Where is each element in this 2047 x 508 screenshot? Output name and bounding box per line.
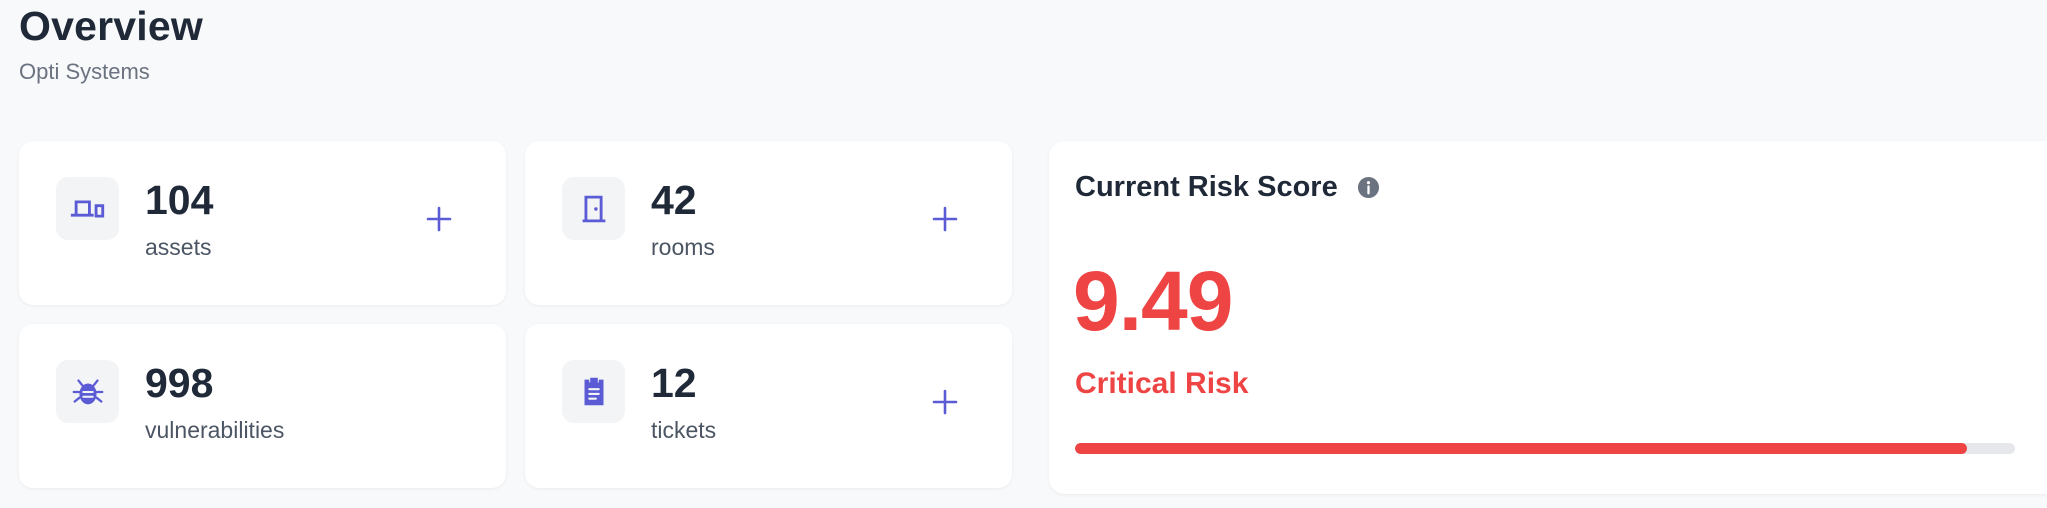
add-room-button[interactable]: [924, 198, 966, 240]
devices-icon: [56, 177, 119, 240]
plus-icon: [426, 206, 452, 232]
risk-score-value: 9.49: [1073, 254, 1233, 348]
risk-score-title: Current Risk Score: [1075, 171, 1338, 203]
vulnerabilities-label: vulnerabilities: [145, 417, 285, 443]
risk-progress-fill: [1075, 443, 1968, 454]
risk-progress-bar: [1075, 443, 2015, 454]
add-asset-button[interactable]: [418, 198, 460, 240]
add-ticket-button[interactable]: [924, 381, 966, 423]
assets-card: 104 assets: [19, 141, 506, 305]
tickets-card: 12 tickets: [525, 324, 1012, 488]
vulnerabilities-count: 998: [145, 360, 214, 406]
organization-name: Opti Systems: [19, 59, 150, 84]
bug-icon: [56, 360, 119, 423]
rooms-card: 42 rooms: [525, 141, 1012, 305]
tickets-count: 12: [651, 360, 697, 406]
page-title: Overview: [19, 3, 203, 49]
vulnerabilities-card: 998 vulnerabilities: [19, 324, 506, 488]
assets-label: assets: [145, 234, 212, 260]
plus-icon: [932, 206, 958, 232]
plus-icon: [932, 389, 958, 415]
rooms-count: 42: [651, 177, 697, 223]
risk-level-label: Critical Risk: [1075, 367, 1249, 400]
risk-score-card: Current Risk Score 9.49 Critical Risk: [1049, 141, 2047, 494]
info-icon[interactable]: [1357, 176, 1380, 199]
assets-count: 104: [145, 177, 214, 223]
overview-page: Overview Opti Systems 104 assets 42 room…: [0, 0, 2047, 508]
door-icon: [562, 177, 625, 240]
clipboard-icon: [562, 360, 625, 423]
rooms-label: rooms: [651, 234, 715, 260]
tickets-label: tickets: [651, 417, 717, 443]
